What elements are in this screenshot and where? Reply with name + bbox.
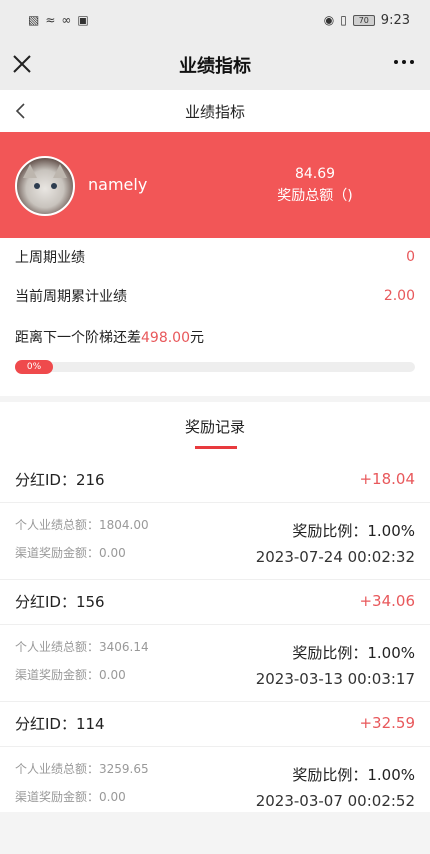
record-amount: +18.04: [359, 470, 415, 488]
record-channel-reward: 渠道奖励金额：0.00: [15, 668, 126, 682]
next-tier-amount: 498.00: [141, 330, 190, 346]
record-channel-reward: 渠道奖励金额：0.00: [15, 790, 126, 804]
eye-icon: ◉: [323, 13, 335, 27]
status-time: 9:23: [380, 12, 410, 28]
status-left: ▧ ≈ ∞ ▣: [28, 14, 89, 26]
page-header: 业绩指标: [0, 90, 430, 132]
performance-section: 上周期业绩 0 当前周期累计业绩 2.00 距离下一个阶梯还差498.00元 0…: [0, 238, 430, 396]
user-banner: namely 84.69 奖励总额（): [0, 132, 430, 238]
vibrate-icon: ▯: [340, 13, 347, 27]
record-header: 分红ID：216 +18.04: [15, 458, 415, 500]
back-arrow-icon[interactable]: [12, 101, 32, 121]
record-id: 分红ID：156: [15, 592, 105, 611]
current-period-row: 当前周期累计业绩 2.00: [15, 286, 415, 306]
record-header: 分红ID：156 +34.06: [15, 580, 415, 622]
signal-icon: ∞: [61, 13, 72, 27]
next-tier-line: 距离下一个阶梯还差498.00元: [15, 327, 204, 347]
tab-indicator: [195, 446, 237, 449]
progress-track: [15, 362, 415, 372]
reward-record: 分红ID：114 +32.59 个人业绩总额：3259.65 渠道奖励金额：0.…: [0, 702, 430, 824]
divider: [0, 502, 430, 503]
more-options-icon[interactable]: [394, 60, 414, 64]
divider: [0, 746, 430, 747]
current-period-value: 2.00: [383, 288, 415, 304]
app-header: 业绩指标: [0, 40, 430, 90]
username: namely: [88, 175, 148, 194]
close-icon[interactable]: [10, 52, 34, 76]
reward-record: 分红ID：216 +18.04 个人业绩总额：1804.00 渠道奖励金额：0.…: [0, 458, 430, 580]
record-ratio: 奖励比例：1.00%: [292, 522, 415, 540]
last-period-label: 上周期业绩: [15, 250, 85, 266]
battery-icon: 70: [352, 14, 375, 26]
rewards-section: 奖励记录 分红ID：216 +18.04 个人业绩总额：1804.00 渠道奖励…: [0, 402, 430, 812]
page-title: 业绩指标: [184, 102, 245, 121]
divider: [0, 624, 430, 625]
progress-badge: 0%: [15, 360, 53, 374]
avatar[interactable]: [15, 156, 75, 216]
record-id: 分红ID：216: [15, 470, 105, 489]
record-amount: +34.06: [359, 592, 415, 610]
last-period-value: 0: [406, 249, 415, 265]
record-time: 2023-07-24 00:02:32: [255, 548, 415, 566]
next-tier-suffix: 元: [190, 330, 204, 346]
record-header: 分红ID：114 +32.59: [15, 702, 415, 744]
reward-total-label: 奖励总额（): [277, 188, 353, 204]
record-total-perf: 个人业绩总额：3406.14: [15, 640, 149, 654]
sim-icon: ▧: [28, 13, 40, 27]
record-amount: +32.59: [359, 714, 415, 732]
record-id: 分红ID：114: [15, 714, 105, 733]
reward-total: 84.69: [294, 166, 336, 182]
last-period-row: 上周期业绩 0: [15, 247, 415, 267]
app-icon: ▣: [77, 13, 89, 27]
record-time: 2023-03-13 00:03:17: [255, 670, 415, 688]
status-right: ◉ ▯ 70 9:23: [324, 13, 410, 28]
record-total-perf: 个人业绩总额：3259.65: [15, 762, 149, 776]
rewards-title[interactable]: 奖励记录: [0, 416, 430, 437]
record-channel-reward: 渠道奖励金额：0.00: [15, 546, 126, 560]
current-period-label: 当前周期累计业绩: [15, 289, 127, 305]
reward-record: 分红ID：156 +34.06 个人业绩总额：3406.14 渠道奖励金额：0.…: [0, 580, 430, 702]
status-bar: ▧ ≈ ∞ ▣ ◉ ▯ 70 9:23: [0, 0, 430, 40]
record-total-perf: 个人业绩总额：1804.00: [15, 518, 149, 532]
record-ratio: 奖励比例：1.00%: [292, 644, 415, 662]
next-tier-prefix: 距离下一个阶梯还差: [15, 330, 141, 346]
record-time: 2023-03-07 00:02:52: [255, 792, 415, 810]
app-title: 业绩指标: [179, 56, 251, 77]
wifi-icon: ≈: [45, 13, 56, 27]
record-ratio: 奖励比例：1.00%: [292, 766, 415, 784]
